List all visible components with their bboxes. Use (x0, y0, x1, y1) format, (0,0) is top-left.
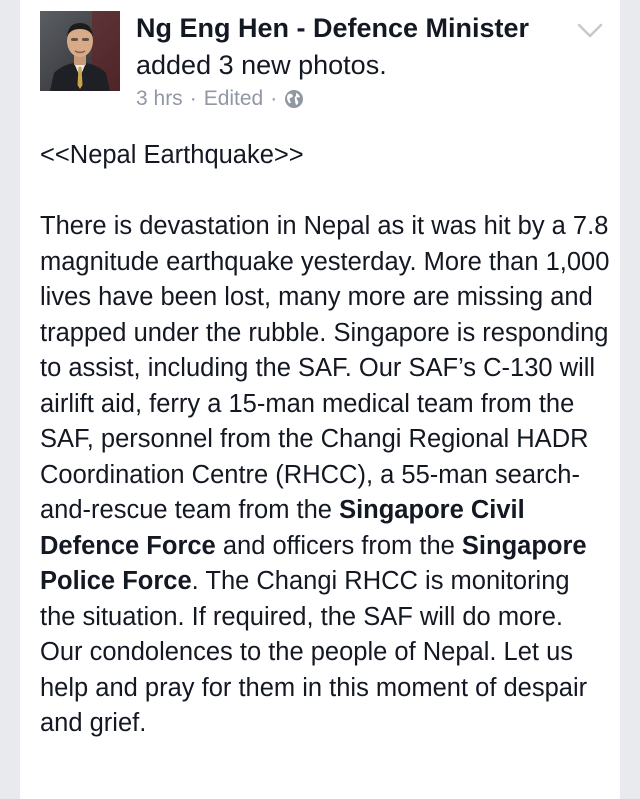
post-card: Ng Eng Hen - Defence Minister added 3 ne… (20, 0, 620, 799)
post-text-part: There is devastation in Nepal as it was … (40, 212, 610, 524)
author-avatar[interactable] (40, 11, 120, 91)
edited-label[interactable]: Edited (204, 85, 264, 113)
post-text: There is devastation in Nepal as it was … (40, 209, 612, 742)
meta-separator: · (189, 87, 197, 110)
meta-separator: · (270, 87, 278, 110)
post-body: <<Nepal Earthquake>> There is devastatio… (40, 138, 612, 742)
author-name[interactable]: Ng Eng Hen - Defence Minister (136, 11, 529, 45)
post-heading: <<Nepal Earthquake>> (40, 141, 304, 169)
chevron-down-icon[interactable] (576, 20, 604, 42)
post-text-part: and officers from the (215, 531, 462, 560)
timestamp[interactable]: 3 hrs (136, 85, 183, 113)
globe-icon[interactable] (284, 89, 304, 109)
post-action: added 3 new photos. (136, 50, 387, 80)
post-meta: 3 hrs · Edited · (136, 85, 304, 113)
profile-photo (40, 11, 120, 91)
